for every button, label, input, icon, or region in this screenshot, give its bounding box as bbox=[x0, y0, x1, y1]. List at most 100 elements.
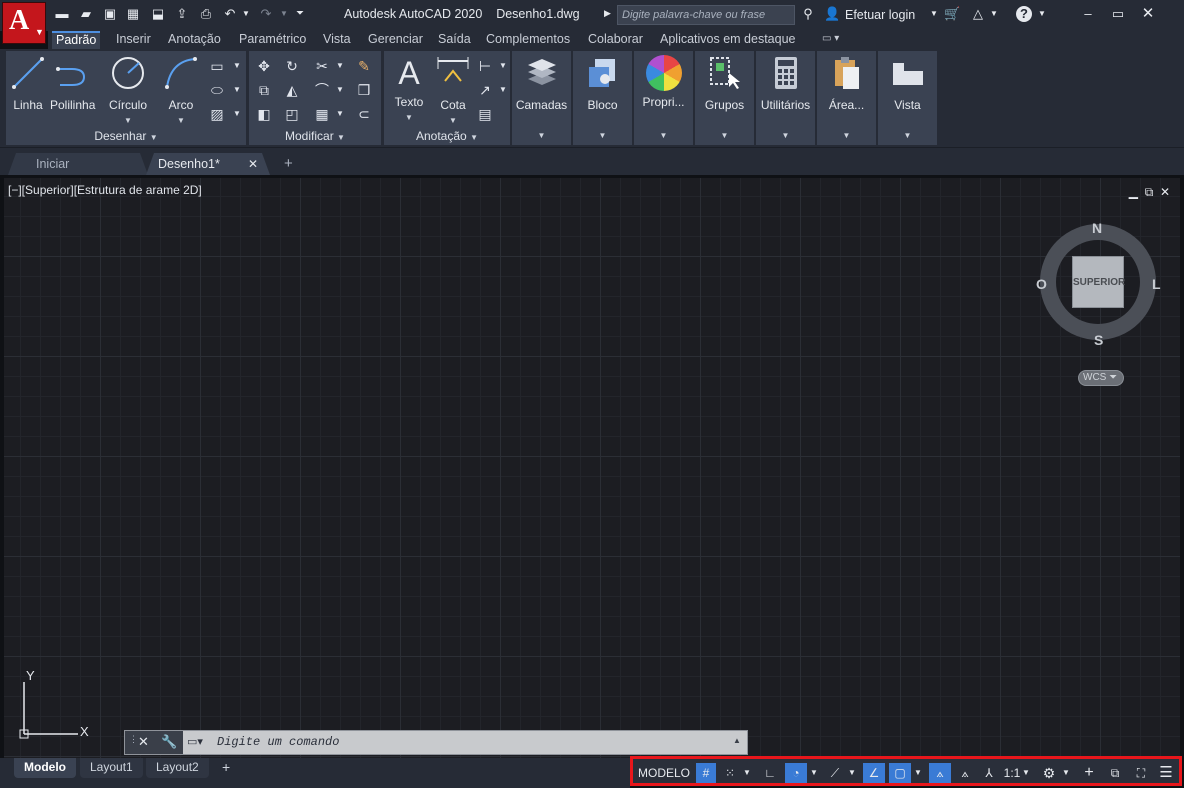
workspace-dropdown-icon[interactable]: ▼ bbox=[1061, 763, 1071, 783]
print-icon[interactable]: ⎙ bbox=[198, 6, 214, 22]
stretch-icon[interactable]: ◧ bbox=[255, 105, 273, 123]
mirror-icon[interactable]: ◭ bbox=[283, 81, 301, 99]
tab-desenho1[interactable]: Desenho1* ✕ bbox=[146, 153, 270, 175]
tab-colaborar[interactable]: Colaborar bbox=[584, 31, 647, 49]
polar-tracking-icon[interactable]: ◔ bbox=[785, 763, 807, 783]
undo-icon[interactable]: ↶ bbox=[222, 6, 238, 22]
binoculars-icon[interactable]: ⚲ bbox=[800, 6, 816, 22]
panel-grupos[interactable]: Grupos ▼ bbox=[695, 51, 754, 145]
tool-texto[interactable]: A Texto ▼ bbox=[390, 55, 428, 123]
object-snap-tracking-icon[interactable]: ∠ bbox=[863, 763, 885, 783]
panel-utilitarios[interactable]: Utilitários ▼ bbox=[756, 51, 815, 145]
user-icon[interactable]: 👤 bbox=[824, 6, 840, 22]
area-dropdown-icon[interactable]: ▼ bbox=[817, 128, 876, 145]
tab-vista[interactable]: Vista bbox=[319, 31, 355, 49]
trim-dropdown-icon[interactable]: ▼ bbox=[331, 57, 349, 75]
tab-aplicativos[interactable]: Aplicativos em destaque bbox=[656, 31, 800, 49]
polar-dropdown-icon[interactable]: ▼ bbox=[809, 763, 819, 783]
add-layout-icon[interactable]: + bbox=[212, 758, 240, 778]
panel-area-transferencia[interactable]: Área... ▼ bbox=[817, 51, 876, 145]
application-menu-button[interactable]: A ▼ bbox=[2, 2, 46, 44]
redo-icon[interactable]: ↷ bbox=[258, 6, 274, 22]
rotate-icon[interactable]: ↻ bbox=[283, 57, 301, 75]
isolate-objects-icon[interactable]: ⧉ bbox=[1105, 763, 1125, 783]
ellipse-dropdown-icon[interactable]: ▼ bbox=[228, 81, 246, 99]
cart-icon[interactable]: 🛒 bbox=[944, 6, 960, 22]
panel-propriedades[interactable]: Propri... ▼ bbox=[634, 51, 693, 145]
annotation-scale-icon[interactable]: ⅄ bbox=[979, 763, 999, 783]
panel-camadas[interactable]: Camadas ▼ bbox=[512, 51, 571, 145]
tab-inserir[interactable]: Inserir bbox=[112, 31, 155, 49]
tab-anotacao[interactable]: Anotação bbox=[164, 31, 225, 49]
isodraft-dropdown-icon[interactable]: ▼ bbox=[847, 763, 857, 783]
viewport-restore-icon[interactable]: ⧉ bbox=[1145, 185, 1154, 199]
array-icon[interactable]: ▦ bbox=[313, 105, 331, 123]
tool-linha[interactable]: Linha bbox=[10, 55, 46, 112]
camadas-dropdown-icon[interactable]: ▼ bbox=[512, 128, 571, 145]
ortho-icon[interactable]: ∟ bbox=[760, 763, 780, 783]
erase-icon[interactable]: ✎ bbox=[355, 57, 373, 75]
annotation-visibility-icon[interactable]: ⟑ bbox=[929, 763, 951, 783]
tab-modelo[interactable]: Modelo bbox=[14, 758, 76, 778]
fillet-icon[interactable]: ⌒ bbox=[313, 81, 331, 99]
move-icon[interactable]: ✥ bbox=[255, 57, 273, 75]
tab-parametrico[interactable]: Paramétrico bbox=[235, 31, 310, 49]
texto-dropdown-icon[interactable]: ▼ bbox=[405, 113, 413, 122]
customization-menu-icon[interactable]: ☰ bbox=[1156, 763, 1176, 783]
tool-circulo[interactable]: Círculo ▼ bbox=[104, 55, 152, 126]
isodraft-icon[interactable]: ⟋ bbox=[825, 763, 845, 783]
viewport-minimize-icon[interactable]: ▁ bbox=[1129, 185, 1138, 199]
tab-layout1[interactable]: Layout1 bbox=[80, 758, 143, 778]
tab-iniciar[interactable]: Iniciar bbox=[8, 153, 148, 175]
restore-icon[interactable]: ▭ bbox=[1110, 6, 1126, 22]
redo-dropdown-icon[interactable]: ▼ bbox=[276, 6, 292, 22]
viewport-close-icon[interactable]: ✕ bbox=[1160, 185, 1170, 199]
copy-icon[interactable]: ⧉ bbox=[255, 81, 273, 99]
rectangle-icon[interactable]: ▭ bbox=[208, 57, 226, 75]
tool-arco[interactable]: Arco ▼ bbox=[160, 55, 202, 126]
customize-qat-icon[interactable]: ⏷ bbox=[292, 6, 308, 22]
drag-handle-icon[interactable]: ⋮ bbox=[129, 734, 138, 745]
search-expand-icon[interactable]: ▶ bbox=[604, 8, 611, 19]
panel-bloco[interactable]: Bloco ▼ bbox=[573, 51, 632, 145]
table-icon[interactable]: ▤ bbox=[476, 105, 494, 123]
grupos-dropdown-icon[interactable]: ▼ bbox=[695, 128, 754, 145]
hatch-dropdown-icon[interactable]: ▼ bbox=[228, 105, 246, 123]
command-input[interactable]: Digite um comando bbox=[217, 735, 339, 749]
viewcube[interactable]: SUPERIOR N S L O WCS ⏷ bbox=[1036, 218, 1161, 388]
auto-scale-icon[interactable]: ⟑ bbox=[955, 763, 975, 783]
save-icon[interactable]: ▣ bbox=[102, 6, 118, 22]
panel-anotacao-title[interactable]: Anotação ▼ bbox=[384, 128, 510, 145]
linear-dim-icon[interactable]: ⊢ bbox=[476, 57, 494, 75]
tab-gerenciar[interactable]: Gerenciar bbox=[364, 31, 427, 49]
fullscreen-icon[interactable]: ⛶ bbox=[1131, 763, 1151, 783]
model-space-button[interactable]: MODELO bbox=[637, 763, 691, 783]
panel-desenhar-title[interactable]: Desenhar ▼ bbox=[6, 128, 246, 145]
app-dropdown-icon[interactable]: ▼ bbox=[986, 6, 1002, 22]
panel-modificar-title[interactable]: Modificar ▼ bbox=[249, 128, 381, 145]
scale-icon[interactable]: ◰ bbox=[283, 105, 301, 123]
utilitarios-dropdown-icon[interactable]: ▼ bbox=[756, 128, 815, 145]
scale-value[interactable]: 1:1 bbox=[1003, 763, 1021, 783]
circulo-dropdown-icon[interactable]: ▼ bbox=[124, 116, 132, 125]
fillet-dropdown-icon[interactable]: ▼ bbox=[331, 81, 349, 99]
login-link[interactable]: Efetuar login bbox=[845, 8, 915, 22]
array-dropdown-icon[interactable]: ▼ bbox=[331, 105, 349, 123]
command-close-icon[interactable]: ✕ bbox=[138, 734, 149, 750]
hatch-icon[interactable]: ▨ bbox=[208, 105, 226, 123]
open-folder-icon[interactable]: ▰ bbox=[78, 6, 94, 22]
tab-saida[interactable]: Saída bbox=[434, 31, 475, 49]
leader-dropdown-icon[interactable]: ▼ bbox=[494, 81, 512, 99]
viewport-controls-label[interactable]: [−][Superior][Estrutura de arame 2D] bbox=[8, 183, 202, 197]
help-icon[interactable]: ? bbox=[1016, 6, 1032, 22]
login-dropdown-icon[interactable]: ▼ bbox=[926, 6, 942, 22]
tool-polilinha[interactable]: Polilinha bbox=[50, 55, 95, 112]
compass-east[interactable]: L bbox=[1152, 276, 1161, 292]
annotation-monitor-icon[interactable]: + bbox=[1079, 763, 1099, 783]
linear-dim-dropdown-icon[interactable]: ▼ bbox=[494, 57, 512, 75]
ucs-menu-button[interactable]: WCS ⏷ bbox=[1078, 370, 1124, 386]
search-input[interactable]: Digite palavra-chave ou frase bbox=[617, 5, 795, 25]
propriedades-dropdown-icon[interactable]: ▼ bbox=[634, 128, 693, 145]
compass-west[interactable]: O bbox=[1036, 276, 1047, 292]
leader-icon[interactable]: ↗ bbox=[476, 81, 494, 99]
